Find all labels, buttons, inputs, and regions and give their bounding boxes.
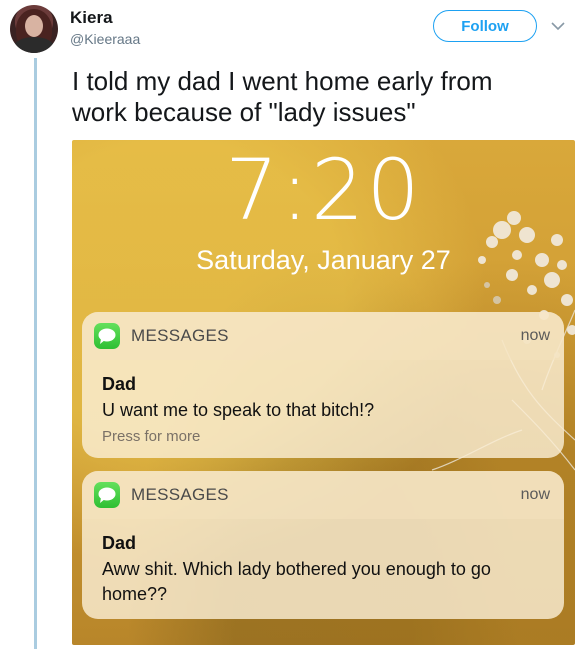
notification-header: MESSAGES now xyxy=(82,471,564,519)
tweet-photo[interactable]: 7:20 Saturday, January 27 MESSAGES now D… xyxy=(72,140,575,645)
lockscreen-time: 7:20 xyxy=(225,141,422,239)
notification-body: Dad U want me to speak to that bitch!? P… xyxy=(82,360,564,458)
notification-body: Dad Aww shit. Which lady bothered you en… xyxy=(82,519,564,619)
lockscreen-date: Saturday, January 27 xyxy=(196,245,451,275)
author-name[interactable]: Kiera xyxy=(70,8,113,28)
thread-line xyxy=(34,58,37,649)
notification-sender: Dad xyxy=(102,374,137,394)
follow-button[interactable]: Follow xyxy=(433,10,537,42)
chevron-down-icon[interactable] xyxy=(551,21,565,31)
press-for-more-hint: Press for more xyxy=(102,428,201,445)
messages-icon xyxy=(94,482,120,508)
notification-card[interactable]: MESSAGES now Dad U want me to speak to t… xyxy=(82,312,564,458)
author-handle[interactable]: @Kieeraaa xyxy=(70,31,140,47)
notification-message: Aww shit. Which lady bothered you enough… xyxy=(102,559,491,604)
notification-sender: Dad xyxy=(102,533,137,553)
notification-message: U want me to speak to that bitch!? xyxy=(102,400,375,420)
notification-time: now xyxy=(520,486,550,503)
avatar[interactable] xyxy=(10,5,58,53)
notification-app-name: MESSAGES xyxy=(131,326,229,345)
notification-time: now xyxy=(520,327,550,344)
notification-header: MESSAGES now xyxy=(82,312,564,360)
messages-icon xyxy=(94,323,120,349)
notification-app-name: MESSAGES xyxy=(131,485,229,504)
tweet-text: I told my dad I went home early from wor… xyxy=(72,66,493,127)
notification-card[interactable]: MESSAGES now Dad Aww shit. Which lady bo… xyxy=(82,471,564,619)
